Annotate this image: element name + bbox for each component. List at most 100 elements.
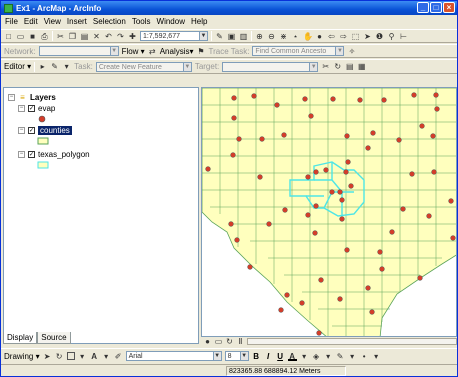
map-view[interactable]: [201, 87, 457, 337]
italic-button[interactable]: I: [264, 352, 273, 361]
copy-icon[interactable]: ❐: [68, 32, 77, 41]
rectangle-tool-icon[interactable]: [66, 352, 75, 360]
analysis-menu[interactable]: Analysis▾: [160, 47, 194, 56]
font-combo[interactable]: Arial ▼: [125, 351, 222, 361]
print-icon[interactable]: ⎙: [40, 32, 49, 41]
title-bar[interactable]: Ex1 - ArcMap - ArcInfo _ □ ×: [1, 1, 457, 15]
rotate-icon[interactable]: ↻: [55, 352, 64, 361]
underline-button[interactable]: U: [276, 352, 285, 361]
font-color-icon[interactable]: A: [287, 352, 297, 361]
flow-menu[interactable]: Flow ▾: [122, 47, 145, 56]
collapse-icon[interactable]: −: [18, 127, 25, 134]
menu-edit[interactable]: Edit: [24, 17, 38, 26]
new-document-icon[interactable]: □: [4, 32, 13, 41]
text-tool-icon[interactable]: A: [90, 352, 99, 361]
sketch-properties-icon[interactable]: ▦: [357, 62, 366, 71]
dropdown-icon[interactable]: ▾: [348, 352, 357, 361]
toc-layer-texas-polygon[interactable]: − ✓ texas_polygon: [18, 150, 90, 159]
toc-layer-counties[interactable]: − ✓ counties: [18, 126, 72, 135]
command-line-icon[interactable]: ▥: [239, 32, 248, 41]
zoom-out-icon[interactable]: ⊖: [267, 32, 276, 41]
layer-label: texas_polygon: [38, 150, 90, 159]
toc-layer-evap[interactable]: − ✓ evap: [18, 104, 55, 113]
menu-selection[interactable]: Selection: [93, 17, 126, 26]
drawing-menu[interactable]: Drawing ▾: [4, 352, 40, 361]
line-color-icon[interactable]: ✎: [336, 352, 345, 361]
save-icon[interactable]: ■: [28, 32, 37, 41]
rotate-tool-icon[interactable]: ↻: [333, 62, 342, 71]
data-view-icon[interactable]: ●: [203, 337, 212, 346]
measure-icon[interactable]: ⊢: [399, 32, 408, 41]
layer-visibility-checkbox[interactable]: ✓: [28, 105, 35, 112]
trace-task-combo[interactable]: Find Common Ancesto ▼: [252, 46, 345, 56]
find-icon[interactable]: ⚲: [387, 32, 396, 41]
flow-arrows-icon[interactable]: ⇄: [148, 47, 157, 56]
sketch-dropdown-icon[interactable]: ▾: [62, 62, 71, 71]
select-elements-icon[interactable]: ➤: [43, 352, 52, 361]
open-folder-icon[interactable]: ▭: [16, 32, 25, 41]
horizontal-scrollbar[interactable]: [247, 338, 457, 345]
forward-extent-icon[interactable]: ⇨: [339, 32, 348, 41]
menu-help[interactable]: Help: [191, 17, 207, 26]
dropdown-icon[interactable]: ▾: [372, 352, 381, 361]
map-canvas[interactable]: [202, 88, 457, 337]
menu-tools[interactable]: Tools: [132, 17, 151, 26]
paste-icon[interactable]: ▤: [80, 32, 89, 41]
fixed-zoom-in-icon[interactable]: ⋇: [279, 32, 288, 41]
map-scale-combo[interactable]: 1:7,592,677 ▼: [140, 31, 208, 41]
collapse-icon[interactable]: −: [18, 151, 25, 158]
back-extent-icon[interactable]: ⇦: [327, 32, 336, 41]
pause-drawing-icon[interactable]: Ⅱ: [236, 337, 245, 346]
editor-menu[interactable]: Editor ▾: [4, 62, 31, 71]
minimize-button[interactable]: _: [417, 2, 429, 13]
select-elements-icon[interactable]: ➤: [363, 32, 372, 41]
refresh-view-icon[interactable]: ↻: [225, 337, 234, 346]
layer-label: evap: [38, 104, 56, 113]
editor-toolbar-icon[interactable]: ✎: [215, 32, 224, 41]
tab-source[interactable]: Source: [37, 332, 71, 344]
menu-window[interactable]: Window: [157, 17, 185, 26]
menu-insert[interactable]: Insert: [67, 17, 87, 26]
delete-icon[interactable]: ✕: [92, 32, 101, 41]
target-combo[interactable]: ▼: [222, 61, 319, 72]
dropdown-icon[interactable]: ▾: [324, 352, 333, 361]
dropdown-icon[interactable]: ▾: [102, 352, 111, 361]
split-tool-icon[interactable]: ✂: [321, 62, 330, 71]
redo-icon[interactable]: ↷: [116, 32, 125, 41]
layout-view-icon[interactable]: ▭: [214, 337, 223, 346]
tab-display[interactable]: Display: [3, 332, 38, 344]
maximize-button[interactable]: □: [430, 2, 442, 13]
task-combo[interactable]: Create New Feature ▼: [95, 61, 192, 72]
select-features-icon[interactable]: ⬚: [351, 32, 360, 41]
toc-root-row[interactable]: − ≡ Layers: [8, 93, 56, 102]
dropdown-icon[interactable]: ▾: [300, 352, 309, 361]
collapse-icon[interactable]: −: [18, 105, 25, 112]
add-junction-flag-icon[interactable]: ⚑: [197, 47, 206, 56]
close-button[interactable]: ×: [443, 2, 455, 13]
layer-visibility-checkbox[interactable]: ✓: [28, 151, 35, 158]
sketch-tool-icon[interactable]: ✎: [50, 62, 59, 71]
fixed-zoom-out-icon[interactable]: ⋆: [291, 32, 300, 41]
zoom-in-icon[interactable]: ⊕: [255, 32, 264, 41]
add-data-icon[interactable]: ✚: [128, 32, 137, 41]
edit-tool-icon[interactable]: ▸: [38, 62, 47, 71]
font-size-combo[interactable]: 8 ▼: [224, 351, 249, 361]
collapse-icon[interactable]: −: [8, 94, 15, 101]
edit-vertices-icon[interactable]: ✐: [114, 352, 123, 361]
arctoolbox-icon[interactable]: ▣: [227, 32, 236, 41]
menu-file[interactable]: File: [5, 17, 18, 26]
cut-icon[interactable]: ✂: [56, 32, 65, 41]
bold-button[interactable]: B: [252, 352, 261, 361]
fill-color-icon[interactable]: ◈: [312, 352, 321, 361]
solve-icon[interactable]: ✧: [347, 47, 356, 56]
full-extent-icon[interactable]: ●: [315, 32, 324, 41]
pan-icon[interactable]: ✋: [303, 32, 313, 41]
dropdown-icon[interactable]: ▾: [78, 352, 87, 361]
menu-view[interactable]: View: [44, 17, 61, 26]
attributes-icon[interactable]: ▤: [345, 62, 354, 71]
network-combo[interactable]: ▼: [38, 46, 119, 56]
marker-color-icon[interactable]: •: [360, 352, 369, 361]
layer-visibility-checkbox[interactable]: ✓: [28, 127, 35, 134]
identify-icon[interactable]: ❶: [375, 32, 384, 41]
undo-icon[interactable]: ↶: [104, 32, 113, 41]
